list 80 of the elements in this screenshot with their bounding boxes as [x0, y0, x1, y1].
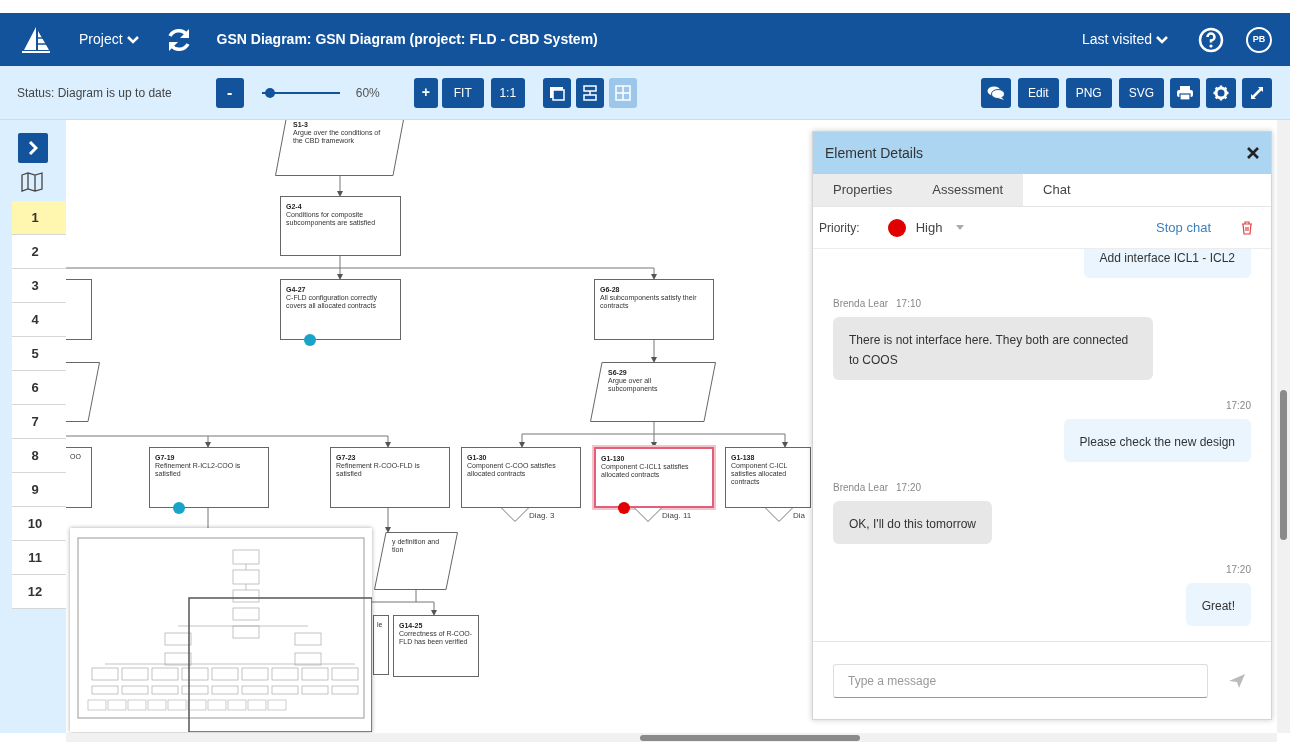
panel-tab[interactable]: Assessment — [912, 174, 1024, 206]
export-button[interactable]: PNG — [1065, 77, 1112, 108]
message-time: 17:20 — [896, 481, 922, 495]
slider-thumb[interactable] — [265, 87, 276, 98]
level-tab[interactable]: 8 — [12, 439, 66, 473]
horizontal-scrollbar[interactable] — [66, 733, 1277, 742]
sent-message: Please check the new design — [1063, 419, 1251, 462]
level-tab[interactable]: 3 — [12, 269, 66, 303]
close-icon[interactable] — [1247, 147, 1259, 159]
level-tab[interactable]: 1 — [12, 201, 66, 235]
panel-tab[interactable]: Properties — [813, 174, 913, 206]
module-label: Dia — [793, 511, 805, 520]
vertical-layout-button[interactable] — [575, 77, 604, 108]
sailboat-logo-icon[interactable] — [21, 25, 51, 54]
connector-line — [651, 339, 657, 363]
panel-title: Element Details — [825, 143, 924, 163]
caret-icon — [956, 225, 965, 230]
received-message: OK, I'll do this tomorrow — [833, 501, 992, 544]
connector-line — [207, 507, 209, 529]
level-tab[interactable]: 10 — [12, 507, 66, 541]
level-tab[interactable]: 9 — [12, 473, 66, 507]
export-button[interactable]: Edit — [1017, 77, 1059, 108]
level-tab[interactable]: 4 — [12, 303, 66, 337]
vertical-scrollbar[interactable] — [1277, 120, 1290, 733]
map-icon[interactable] — [21, 172, 43, 192]
scrollbar-thumb[interactable] — [1280, 390, 1287, 540]
export-button[interactable]: SVG — [1118, 77, 1164, 108]
expand-panel-button[interactable] — [18, 133, 48, 163]
zoom-out-button[interactable]: - — [215, 77, 244, 108]
help-icon[interactable] — [1198, 26, 1224, 53]
settings-button[interactable] — [1206, 77, 1236, 108]
chevron-down-icon — [1156, 35, 1168, 44]
level-tab[interactable]: 7 — [12, 405, 66, 439]
stop-chat-link[interactable]: Stop chat — [1156, 217, 1211, 238]
print-icon — [1176, 84, 1194, 101]
message-input[interactable]: Type a message — [833, 663, 1208, 698]
page-title: GSN Diagram: GSN Diagram (project: FLD - CBD System) — [216, 30, 598, 49]
chat-button[interactable] — [980, 77, 1011, 108]
settings-icon — [1213, 84, 1229, 101]
module-label: Diag. 11 — [662, 511, 692, 520]
zoom-slider[interactable] — [261, 86, 340, 99]
last-visited-menu[interactable]: Last visited — [1081, 29, 1168, 50]
level-tab[interactable]: 5 — [12, 337, 66, 371]
expand-icon — [1249, 84, 1265, 101]
message-author: Brenda Lear — [833, 297, 889, 311]
fit-button[interactable]: FIT — [441, 77, 484, 108]
module-label: Diag. 3 — [529, 511, 555, 520]
user-avatar[interactable]: PB — [1246, 26, 1272, 53]
scrollbar-thumb[interactable] — [640, 735, 860, 741]
overlap-layout-button[interactable] — [542, 77, 571, 108]
level-tab[interactable]: 11 — [12, 541, 66, 575]
chevron-right-icon — [28, 141, 38, 155]
project-menu[interactable]: Project — [79, 29, 139, 50]
level-tab[interactable]: 6 — [12, 371, 66, 405]
status-text: Status: Diagram is up to date — [17, 84, 172, 102]
received-message: There is not interface here. They both are connected to COOS — [833, 317, 1153, 380]
message-author: Brenda Lear — [833, 481, 889, 495]
print-button[interactable] — [1170, 77, 1200, 108]
goal-node[interactable] — [66, 279, 92, 340]
message-time: 17:10 — [896, 297, 922, 311]
sent-message: Great! — [1185, 583, 1251, 626]
message-time: 17:20 — [1225, 399, 1251, 413]
message-time: 17:20 — [1225, 563, 1251, 577]
zoom-in-button[interactable]: + — [413, 77, 438, 108]
stacked-windows-icon — [548, 84, 565, 101]
chevron-down-icon — [126, 35, 139, 44]
connector-line — [385, 507, 391, 533]
fullscreen-button[interactable] — [1242, 77, 1272, 108]
actual-size-button[interactable]: 1:1 — [490, 77, 525, 108]
grid-icon — [614, 84, 631, 101]
connector-line — [337, 174, 343, 197]
priority-label: Priority: — [819, 219, 860, 237]
level-tab[interactable]: 12 — [12, 575, 66, 609]
chat-icon — [986, 84, 1005, 101]
zoom-reading: 60% — [355, 84, 380, 102]
level-tab[interactable]: 2 — [12, 235, 66, 269]
stacked-boxes-icon — [581, 84, 598, 101]
trash-icon[interactable] — [1241, 220, 1253, 235]
priority-select[interactable]: High — [887, 217, 965, 238]
sent-message: Add interface ICL1 - ICL2 — [1083, 249, 1251, 278]
